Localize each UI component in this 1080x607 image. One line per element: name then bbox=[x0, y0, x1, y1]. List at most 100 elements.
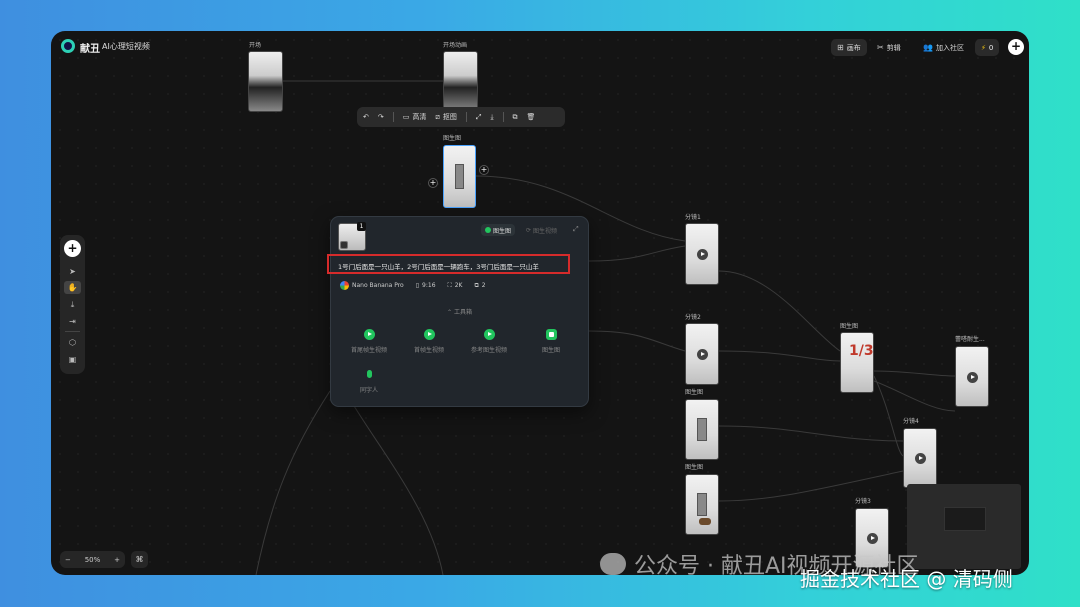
command-icon[interactable]: ⌘ bbox=[131, 551, 148, 568]
divider bbox=[502, 112, 504, 122]
resolution-selector[interactable]: ⛶ 2K bbox=[448, 282, 463, 290]
node-label: 开场动画 bbox=[443, 42, 468, 49]
play-icon[interactable] bbox=[697, 249, 708, 260]
node-label: 图生图 bbox=[443, 135, 462, 142]
image-icon bbox=[545, 329, 557, 340]
join-community-button[interactable]: 👥 加入社区 bbox=[917, 39, 970, 56]
juejin-watermark: 掘金技术社区 @ 清码侧 bbox=[800, 567, 1013, 591]
tool-first-frame-video[interactable]: 首帧生视频 bbox=[399, 329, 459, 354]
play-icon[interactable] bbox=[697, 349, 708, 360]
door-image bbox=[697, 492, 707, 517]
fullscreen-icon[interactable]: ⤢ bbox=[476, 113, 482, 122]
node-thumbnail[interactable] bbox=[685, 223, 719, 285]
mode-inactive-label: 图生视频 bbox=[533, 227, 558, 235]
tool-label: 首帧生视频 bbox=[413, 347, 444, 354]
tool-digital-human[interactable]: 同字人 bbox=[339, 369, 399, 394]
reference-count-badge: 1 bbox=[357, 222, 366, 231]
tool-reference-video[interactable]: 参考图生视频 bbox=[459, 329, 519, 354]
app-window: 献丑 AI心理短视频 ⊞ 画布 ✂ 剪辑 👥 加入社区 ⚡ 0 + 开场 开场动… bbox=[51, 31, 1029, 575]
redo-icon[interactable]: ↷ bbox=[378, 113, 384, 121]
tool-label: 图生图 bbox=[541, 347, 560, 354]
minimap[interactable] bbox=[907, 484, 1021, 569]
tool-first-last-frame-video[interactable]: 首尾帧生视频 bbox=[339, 329, 399, 354]
chevron-up-icon: ⌃ bbox=[447, 309, 453, 316]
add-button[interactable]: + bbox=[1008, 39, 1024, 55]
zoom-control: − 50% + bbox=[60, 551, 125, 568]
door-image bbox=[697, 417, 707, 442]
node-thumbnail[interactable] bbox=[685, 323, 719, 385]
selected-node-thumbnail[interactable] bbox=[443, 145, 476, 208]
zoom-out-button[interactable]: − bbox=[65, 556, 71, 564]
tab-canvas-label: 画布 bbox=[846, 43, 861, 52]
scissors-icon: ✂ bbox=[877, 43, 884, 52]
expand-icon[interactable]: ⤢ bbox=[573, 225, 579, 234]
collapse-icon[interactable]: ⇥ bbox=[64, 315, 81, 328]
node-label: 开场 bbox=[249, 42, 262, 49]
door-image bbox=[454, 164, 465, 189]
play-icon[interactable] bbox=[967, 371, 978, 383]
zoom-in-button[interactable]: + bbox=[114, 556, 120, 564]
project-title[interactable]: AI心理短视频 bbox=[102, 41, 150, 52]
node-label: 图生图 bbox=[685, 389, 704, 396]
top-bar: 献丑 AI心理短视频 ⊞ 画布 ✂ 剪辑 👥 加入社区 ⚡ 0 + bbox=[51, 31, 1029, 63]
resolution-value: 2K bbox=[454, 282, 463, 289]
join-community-label: 加入社区 bbox=[935, 43, 964, 52]
trash-icon[interactable]: 🗑 bbox=[527, 113, 536, 121]
crop-button[interactable]: ⧄ 抠图 bbox=[435, 112, 456, 122]
credits-badge[interactable]: ⚡ 0 bbox=[975, 39, 1000, 56]
play-icon[interactable] bbox=[915, 453, 926, 464]
copy-icon[interactable]: ⧉ bbox=[513, 113, 518, 122]
count-selector[interactable]: ⧉ 2 bbox=[475, 282, 486, 290]
door-number-text: 1/3 bbox=[849, 343, 874, 359]
node-thumbnail[interactable]: 1/3 bbox=[840, 332, 874, 393]
resolution-icon: ⛶ bbox=[447, 281, 452, 289]
video-icon bbox=[363, 329, 375, 340]
toolbox-title[interactable]: ⌃ 工具箱 bbox=[331, 307, 588, 316]
undo-icon[interactable]: ↶ bbox=[363, 113, 369, 121]
play-icon[interactable] bbox=[867, 533, 878, 544]
model-selector[interactable]: Nano Banana Pro bbox=[340, 281, 404, 290]
node-thumbnail[interactable] bbox=[248, 51, 283, 112]
minimap-viewport[interactable] bbox=[944, 507, 986, 531]
toolbox-label: 工具箱 bbox=[453, 309, 472, 316]
hd-button[interactable]: ▭ 高清 bbox=[403, 112, 427, 122]
hand-tool-icon[interactable]: ✋ bbox=[64, 281, 81, 294]
node-label: 分镜4 bbox=[903, 418, 919, 425]
divider bbox=[65, 331, 80, 332]
cube-icon[interactable]: ⬡ bbox=[64, 336, 81, 349]
node-thumbnail[interactable] bbox=[903, 428, 937, 488]
image-icon[interactable]: ▣ bbox=[64, 353, 81, 366]
video-icon bbox=[483, 329, 495, 340]
divider bbox=[465, 112, 467, 122]
video-icon bbox=[423, 329, 435, 340]
tab-edit-label: 剪辑 bbox=[886, 43, 901, 52]
node-label: 图生图 bbox=[685, 464, 704, 471]
node-label: 分镜2 bbox=[685, 314, 701, 321]
generation-params: Nano Banana Pro ▯ 9:16 ⛶ 2K ⧉ 2 bbox=[340, 281, 486, 290]
select-tool-icon[interactable]: ➤ bbox=[64, 265, 81, 278]
brand-name: 献丑 bbox=[80, 44, 100, 55]
divider bbox=[392, 112, 394, 122]
node-thumbnail[interactable] bbox=[685, 399, 719, 460]
download-icon[interactable]: ⤓ bbox=[64, 298, 81, 311]
hd-label: 高清 bbox=[412, 113, 427, 121]
node-label: 分镜3 bbox=[855, 498, 871, 505]
goat-image bbox=[698, 518, 711, 526]
download-icon[interactable]: ⤓ bbox=[490, 113, 493, 122]
canvas-icon: ⊞ bbox=[837, 43, 844, 52]
connect-handle-right[interactable]: + bbox=[479, 165, 489, 175]
mode-image-to-image[interactable]: 图生图 bbox=[481, 224, 516, 236]
refresh-icon: ⟳ bbox=[526, 226, 532, 234]
tab-edit[interactable]: ✂ 剪辑 bbox=[871, 39, 907, 56]
connect-handle-left[interactable]: + bbox=[428, 178, 438, 188]
tool-image-to-image[interactable]: 图生图 bbox=[521, 329, 581, 354]
node-label: 图生图 bbox=[840, 323, 859, 330]
node-thumbnail[interactable] bbox=[443, 51, 478, 112]
mode-image-to-video[interactable]: ⟳ 图生视频 bbox=[522, 224, 561, 236]
tab-canvas[interactable]: ⊞ 画布 bbox=[831, 39, 867, 56]
ratio-value: 9:16 bbox=[422, 282, 436, 289]
ratio-selector[interactable]: ▯ 9:16 bbox=[416, 282, 436, 289]
node-thumbnail[interactable] bbox=[685, 474, 719, 535]
node-thumbnail[interactable] bbox=[955, 346, 989, 407]
add-node-button[interactable]: + bbox=[64, 240, 81, 257]
